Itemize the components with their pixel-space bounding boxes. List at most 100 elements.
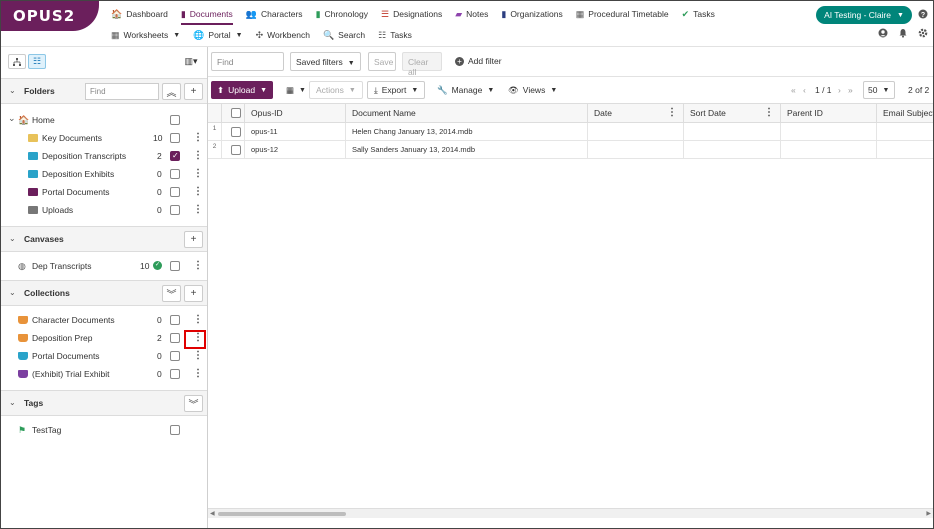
collection-checkbox[interactable] bbox=[170, 351, 180, 361]
next-page-icon[interactable]: › bbox=[838, 85, 841, 95]
folder-item-home[interactable]: ⌄ 🏠 Home bbox=[1, 111, 207, 129]
tree-view-toggle[interactable] bbox=[8, 54, 26, 69]
parent-id-cell[interactable] bbox=[781, 123, 877, 141]
collection-checkbox[interactable] bbox=[170, 333, 180, 343]
column-sort-date[interactable]: Sort Date ⋮ bbox=[684, 104, 781, 123]
add-canvas-button[interactable]: + bbox=[184, 231, 203, 248]
folder-checkbox[interactable] bbox=[170, 205, 180, 215]
kebab-menu-icon[interactable]: ⋮ bbox=[667, 107, 677, 118]
nav-search[interactable]: 🔍 Search bbox=[323, 30, 365, 40]
nav-portal[interactable]: 🌐 Portal ▼ bbox=[193, 30, 242, 40]
add-collection-button[interactable]: + bbox=[184, 285, 203, 302]
previous-page-icon[interactable]: ‹ bbox=[803, 85, 806, 95]
folders-find-input[interactable]: Find bbox=[85, 83, 159, 100]
collection-item-deposition-prep[interactable]: Deposition Prep 2 ⋮ bbox=[1, 329, 207, 347]
horizontal-scrollbar[interactable]: ◀ ▶ bbox=[208, 508, 933, 518]
list-view-toggle[interactable]: ☷ bbox=[28, 54, 46, 69]
saved-filters-dropdown[interactable]: Saved filters ▼ bbox=[290, 52, 361, 71]
chevron-down-icon[interactable]: ⌄ bbox=[9, 398, 16, 407]
nav-documents[interactable]: ▮ Documents bbox=[180, 9, 233, 25]
scroll-left-icon[interactable]: ◀ bbox=[210, 510, 215, 517]
nav-characters[interactable]: 👥 Characters bbox=[246, 9, 303, 19]
collection-item-exhibit-trial-exhibit[interactable]: (Exhibit) Trial Exhibit 0 ⋮ bbox=[1, 365, 207, 383]
nav-notes[interactable]: ▰ Notes bbox=[455, 9, 488, 19]
export-button[interactable]: ⤓ Export ▼ bbox=[367, 81, 426, 99]
help-icon[interactable]: ? bbox=[918, 9, 928, 21]
folder-checkbox[interactable] bbox=[170, 187, 180, 197]
gear-icon[interactable] bbox=[918, 28, 928, 40]
collapse-all-button[interactable]: ︽ bbox=[162, 83, 181, 100]
collection-checkbox[interactable] bbox=[170, 369, 180, 379]
folder-item-key-documents[interactable]: Key Documents 10 ⋮ bbox=[1, 129, 207, 147]
folder-item-deposition-transcripts[interactable]: Deposition Transcripts 2 ⋮ bbox=[1, 147, 207, 165]
folder-item-portal-documents[interactable]: Portal Documents 0 ⋮ bbox=[1, 183, 207, 201]
folder-checkbox[interactable] bbox=[170, 115, 180, 125]
add-folder-button[interactable]: + bbox=[184, 83, 203, 100]
select-all-checkbox[interactable] bbox=[231, 108, 241, 118]
table-row[interactable]: 1 opus-11 Helen Chang January 13, 2014.mdb bbox=[208, 123, 933, 141]
nav-workbench[interactable]: ✣ Workbench bbox=[256, 30, 310, 40]
chevron-down-icon[interactable]: ⌄ bbox=[9, 86, 16, 95]
canvas-checkbox[interactable] bbox=[170, 261, 180, 271]
kebab-menu-icon[interactable]: ⋮ bbox=[193, 260, 203, 271]
email-subject-cell[interactable] bbox=[877, 123, 933, 141]
canvas-item[interactable]: ◍ Dep Transcripts 10 ✓ ⋮ bbox=[1, 257, 207, 275]
user-menu-button[interactable]: AI Testing - Claire ▼ bbox=[816, 6, 912, 24]
page-size-select[interactable]: 50 ▼ bbox=[863, 81, 895, 99]
column-options-button[interactable]: ▥▾ bbox=[182, 54, 200, 69]
nav-chronology[interactable]: ▮ Chronology bbox=[316, 9, 368, 19]
add-filter-button[interactable]: + Add filter bbox=[455, 56, 502, 66]
row-checkbox[interactable] bbox=[231, 127, 241, 137]
kebab-menu-icon[interactable]: ⋮ bbox=[764, 107, 774, 118]
views-button[interactable]: 👁 Views ▼ bbox=[502, 81, 563, 99]
tag-checkbox[interactable] bbox=[170, 425, 180, 435]
sort-date-cell[interactable] bbox=[684, 141, 781, 159]
email-subject-cell[interactable] bbox=[877, 141, 933, 159]
date-cell[interactable] bbox=[588, 141, 684, 159]
tag-item[interactable]: ⚑ TestTag bbox=[1, 421, 207, 439]
collection-item-portal-documents[interactable]: Portal Documents 0 ⋮ bbox=[1, 347, 207, 365]
manage-button[interactable]: 🔧 Manage ▼ bbox=[431, 81, 500, 99]
nav-tasks[interactable]: ☷ Tasks bbox=[378, 30, 412, 40]
folder-checkbox[interactable] bbox=[170, 151, 180, 161]
chevron-down-icon[interactable]: ⌄ bbox=[9, 234, 16, 243]
actions-button[interactable]: Actions ▼ bbox=[309, 81, 363, 99]
first-page-icon[interactable]: « bbox=[791, 85, 796, 95]
collection-checkbox[interactable] bbox=[170, 315, 180, 325]
nav-procedural-timetable[interactable]: ▦ Procedural Timetable bbox=[576, 9, 669, 19]
kebab-menu-icon[interactable]: ⋮ bbox=[193, 350, 203, 361]
sort-date-cell[interactable] bbox=[684, 123, 781, 141]
document-find-input[interactable]: Find bbox=[211, 52, 284, 71]
collection-item-character-documents[interactable]: Character Documents 0 ⋮ bbox=[1, 311, 207, 329]
scrollbar-thumb[interactable] bbox=[218, 512, 346, 516]
column-layout-button[interactable]: ▦ ▼ bbox=[280, 81, 312, 99]
column-document-name[interactable]: Document Name bbox=[346, 104, 588, 123]
expand-tags-button[interactable]: ︾ bbox=[184, 395, 203, 412]
column-opus-id[interactable]: Opus-ID bbox=[245, 104, 346, 123]
kebab-menu-icon[interactable]: ⋮ bbox=[193, 314, 203, 325]
upload-button[interactable]: ⬆ Upload ▼ bbox=[211, 81, 273, 99]
kebab-menu-icon[interactable]: ⋮ bbox=[193, 204, 203, 215]
column-parent-id[interactable]: Parent ID bbox=[781, 104, 877, 123]
parent-id-cell[interactable] bbox=[781, 141, 877, 159]
scroll-right-icon[interactable]: ▶ bbox=[926, 510, 931, 517]
document-name-cell[interactable]: Sally Sanders January 13, 2014.mdb bbox=[346, 141, 588, 159]
nav-worksheets[interactable]: ▦ Worksheets ▼ bbox=[111, 30, 180, 40]
last-page-icon[interactable]: » bbox=[848, 85, 853, 95]
folder-checkbox[interactable] bbox=[170, 169, 180, 179]
nav-designations[interactable]: ☰ Designations bbox=[381, 9, 442, 19]
nav-dashboard[interactable]: 🏠 Dashboard bbox=[111, 9, 168, 19]
opus2-logo[interactable]: OPUS2 bbox=[1, 1, 99, 31]
folder-checkbox[interactable] bbox=[170, 133, 180, 143]
save-filter-button[interactable]: Save bbox=[368, 52, 396, 71]
expand-all-button[interactable]: ︾ bbox=[162, 285, 181, 302]
nav-organizations[interactable]: ▮ Organizations bbox=[501, 9, 562, 19]
column-date[interactable]: Date ⋮ bbox=[588, 104, 684, 123]
kebab-menu-icon[interactable]: ⋮ bbox=[193, 132, 203, 143]
date-cell[interactable] bbox=[588, 123, 684, 141]
account-icon[interactable] bbox=[878, 28, 888, 40]
bell-icon[interactable] bbox=[898, 28, 908, 40]
opus-id-cell[interactable]: opus-12 bbox=[245, 141, 346, 159]
row-checkbox[interactable] bbox=[231, 145, 241, 155]
kebab-menu-icon[interactable]: ⋮ bbox=[193, 368, 203, 379]
